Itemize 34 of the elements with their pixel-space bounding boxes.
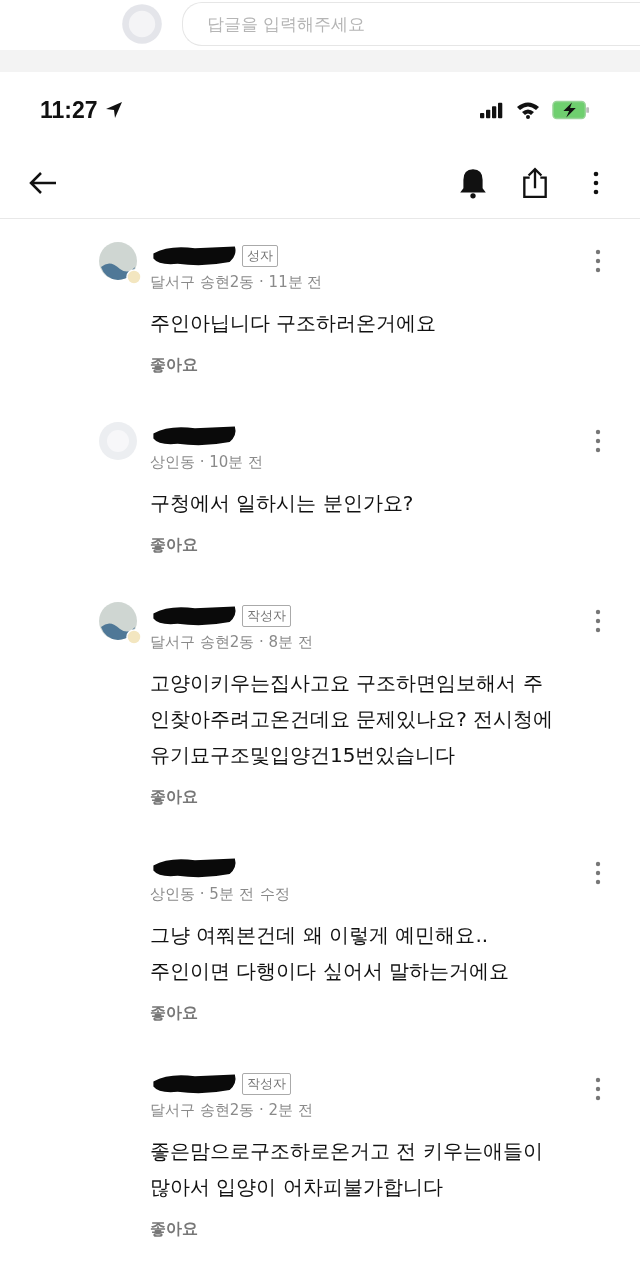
comment-text: 주인아닙니다 구조하러온거에요 xyxy=(150,310,437,337)
comment-text: 구청에서 일하시는 분인가요? xyxy=(150,490,414,517)
comment-meta: 상인동 · 5분 전 xyxy=(150,884,254,904)
comment-text: 유기묘구조및입양건15번있습니다 xyxy=(150,742,457,769)
comment-text: 많아서 입양이 어차피불가합니다 xyxy=(150,1174,444,1201)
avatar-picture-icon xyxy=(98,601,142,645)
like-button[interactable]: 좋아요 xyxy=(150,1217,198,1241)
bell-icon[interactable] xyxy=(458,167,488,199)
author-badge: 성자 xyxy=(242,245,278,267)
comment-text: 주인이면 다행이다 싶어서 말하는거에요 xyxy=(150,958,510,985)
comment-meta: 달서구 송현2동 · 11분 전 xyxy=(150,272,323,292)
comment-meta: 달서구 송현2동 · 2분 전 xyxy=(150,1100,313,1120)
comment-text: 인찾아주려고온건데요 문제있나요? 전시청에 xyxy=(150,706,554,733)
back-arrow-icon[interactable] xyxy=(28,171,58,195)
edit-link[interactable]: 수정 xyxy=(259,884,290,904)
like-button[interactable]: 좋아요 xyxy=(150,1001,198,1025)
author-badge: 작성자 xyxy=(242,605,291,627)
share-icon[interactable] xyxy=(520,167,550,199)
signal-icon xyxy=(480,101,504,119)
status-time: 11:27 xyxy=(40,96,98,124)
more-options-icon[interactable] xyxy=(592,171,600,195)
comment-text: 그냥 여쭤본건데 왜 이렇게 예민해요.. xyxy=(150,922,490,949)
avatar-picture-icon xyxy=(98,241,142,285)
like-button[interactable]: 좋아요 xyxy=(150,785,198,809)
battery-charging-icon xyxy=(552,100,590,120)
comment-meta: 상인동 · 10분 전 xyxy=(150,452,264,472)
comment-text: 좋은맘으로구조하로온거고 전 키우는애들이 xyxy=(150,1138,543,1165)
reply-input-field[interactable]: 답글을 입력해주세요 xyxy=(182,2,640,46)
author-badge: 작성자 xyxy=(242,1073,291,1095)
comment-meta: 달서구 송현2동 · 8분 전 xyxy=(150,632,313,652)
like-button[interactable]: 좋아요 xyxy=(150,533,198,557)
wifi-icon xyxy=(516,101,540,119)
like-button[interactable]: 좋아요 xyxy=(150,353,198,377)
comment-text: 고양이키우는집사고요 구조하면임보해서 주 xyxy=(150,670,544,697)
